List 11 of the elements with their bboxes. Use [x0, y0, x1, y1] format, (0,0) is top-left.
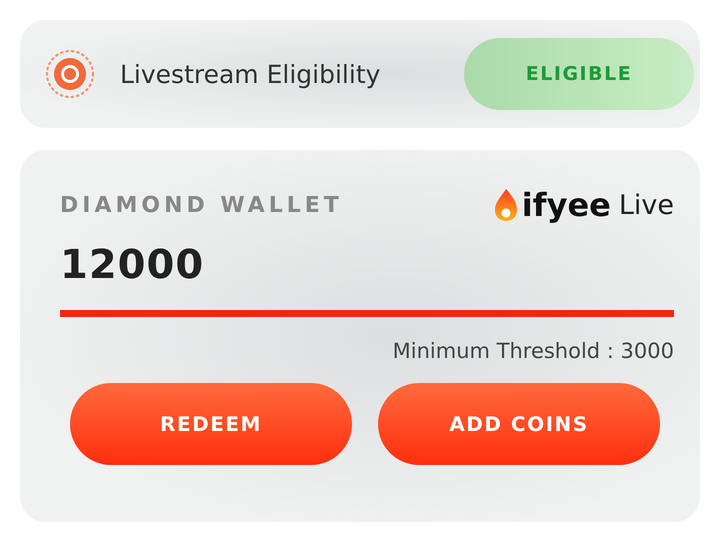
action-button[interactable]: REDEEM — [70, 383, 352, 465]
brand-name: ifyee — [522, 188, 611, 222]
threshold-text: Minimum Threshold : 3000 — [392, 339, 674, 363]
live-icon — [44, 48, 96, 100]
wallet-title: DIAMOND WALLET — [60, 192, 343, 218]
balance-amount: 12000 — [60, 242, 206, 288]
eligibility-label: Livestream Eligibility — [120, 60, 382, 88]
brand-suffix: Live — [618, 190, 674, 222]
status-badge: ELIGIBLE — [464, 38, 694, 110]
action-button[interactable]: ADD COINS — [378, 383, 660, 465]
flame-icon — [494, 188, 518, 222]
